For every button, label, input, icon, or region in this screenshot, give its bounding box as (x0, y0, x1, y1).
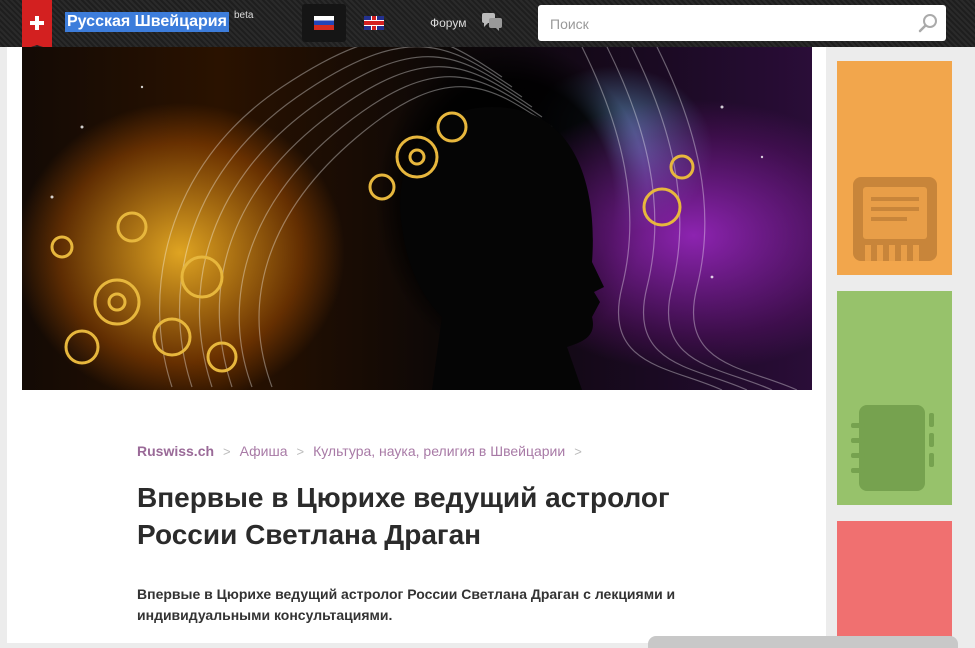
top-bar: Русская Швейцария beta Форум (0, 0, 975, 50)
article-hero-image (22, 47, 812, 390)
search-input[interactable] (548, 5, 912, 43)
russian-flag-icon (314, 16, 334, 30)
forum-chat-icon[interactable] (481, 12, 503, 32)
article-lead: Впервые в Цюрихе ведущий астролог России… (137, 586, 676, 623)
search-box (538, 5, 946, 43)
sidebar-tile-red[interactable] (837, 521, 952, 643)
article-title: Впервые в Цюрихе ведущий астролог России… (137, 482, 670, 550)
forum-link[interactable]: Форум (430, 16, 466, 30)
breadcrumb: Ruswiss.ch > Афиша > Культура, наука, религи… (137, 443, 591, 459)
search-icon[interactable] (918, 13, 938, 33)
main-content: Ruswiss.ch > Афиша > Культура, наука, религи… (7, 47, 826, 643)
site-title-link[interactable]: Русская Швейцария (65, 12, 229, 32)
breadcrumb-item-category[interactable]: Культура, наука, религия в Швейцарии (313, 443, 565, 459)
uk-flag-icon (364, 16, 384, 30)
breadcrumb-item-afisha[interactable]: Афиша (240, 443, 288, 459)
sidebar-tile-documents[interactable] (837, 61, 952, 275)
breadcrumb-item-home[interactable]: Ruswiss.ch (137, 443, 214, 459)
notebook-icon (851, 405, 934, 491)
chevron-right-icon: > (296, 444, 305, 459)
sidebar-tile-notebook[interactable] (837, 291, 952, 505)
document-icon (853, 177, 937, 261)
popup-edge (648, 636, 958, 648)
language-ru-button[interactable] (302, 4, 346, 42)
swiss-cross-logo-icon[interactable] (22, 0, 52, 50)
beta-badge: beta (234, 10, 254, 21)
language-en-button[interactable] (352, 4, 396, 42)
chevron-right-icon: > (223, 444, 231, 459)
chevron-right-icon: > (574, 444, 582, 459)
